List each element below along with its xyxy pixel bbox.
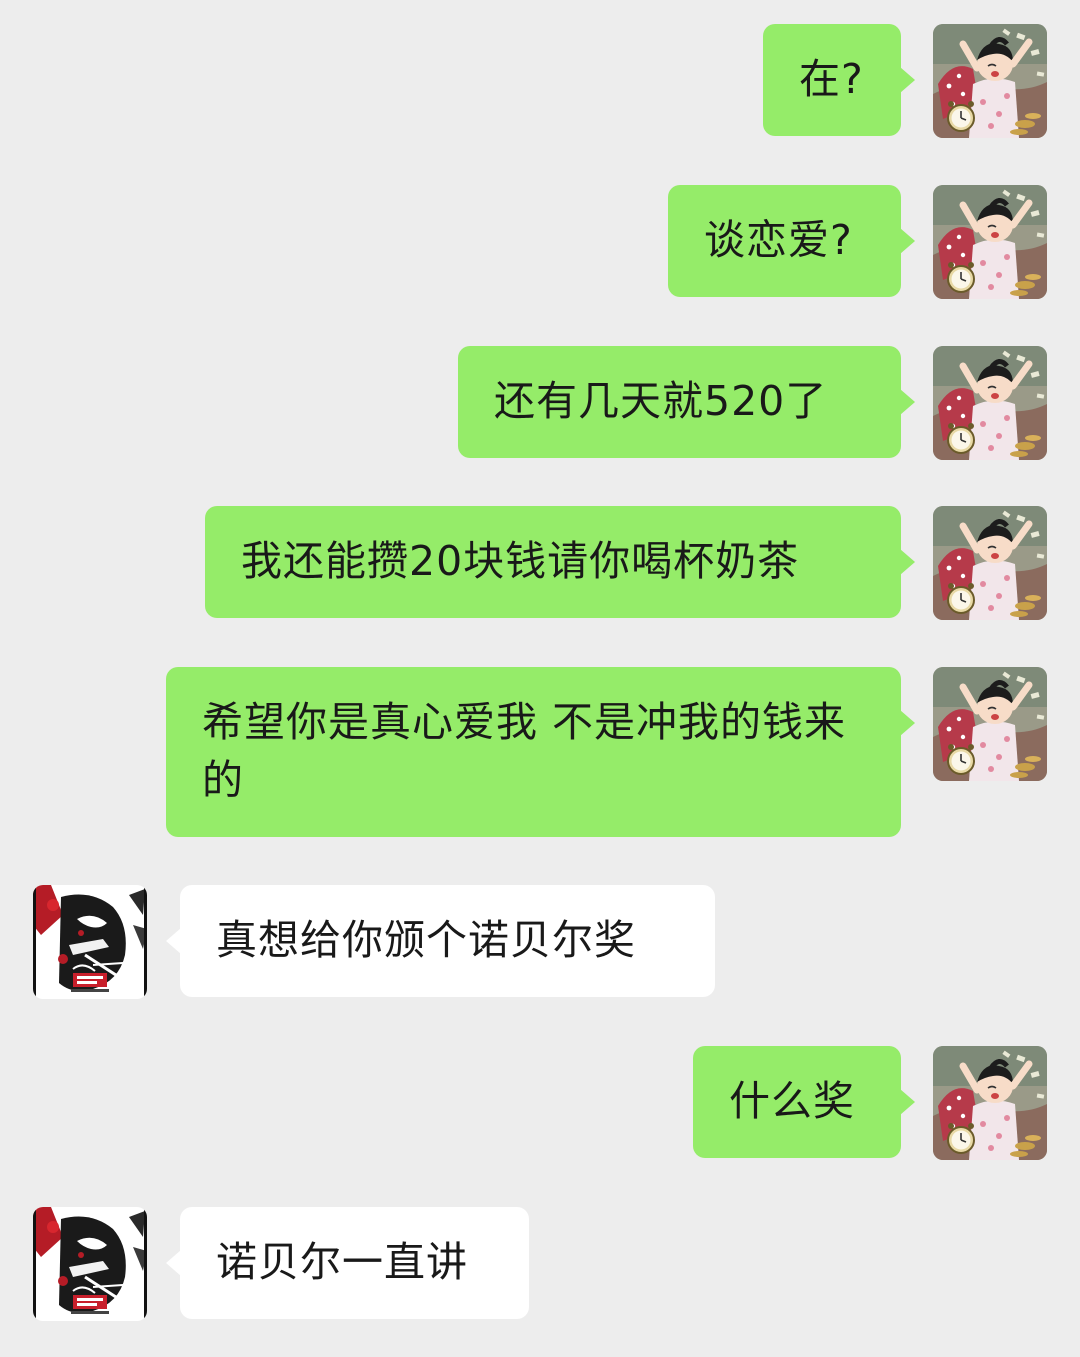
self-avatar[interactable] xyxy=(933,185,1047,299)
manga-character-avatar-icon xyxy=(33,1207,147,1321)
cartoon-girl-avatar-icon xyxy=(933,24,1047,138)
message-text: 真想给你颁个诺贝尔奖 xyxy=(216,916,636,964)
sent-message-bubble[interactable]: 谈恋爱? xyxy=(668,185,915,297)
contact-avatar[interactable] xyxy=(33,885,147,999)
cartoon-girl-avatar-icon xyxy=(933,346,1047,460)
bubble-tail xyxy=(900,549,915,575)
cartoon-girl-avatar-icon xyxy=(933,185,1047,299)
received-message-bubble[interactable]: 诺贝尔一直讲 xyxy=(166,1207,529,1319)
message-text: 还有几天就520了 xyxy=(494,377,828,425)
cartoon-girl-avatar-icon xyxy=(933,506,1047,620)
message-text: 希望你是真心爱我 不是冲我的钱来的 xyxy=(202,698,847,804)
sent-message-bubble[interactable]: 在? xyxy=(763,24,915,136)
bubble-tail xyxy=(900,67,915,93)
sent-message-bubble[interactable]: 我还能攒20块钱请你喝杯奶茶 xyxy=(205,506,915,618)
self-avatar[interactable] xyxy=(933,506,1047,620)
sent-message-bubble[interactable]: 什么奖 xyxy=(693,1046,915,1158)
bubble-tail xyxy=(900,710,915,736)
bubble-tail xyxy=(900,1089,915,1115)
message-text: 谈恋爱? xyxy=(704,216,853,264)
contact-avatar[interactable] xyxy=(33,1207,147,1321)
message-text: 我还能攒20块钱请你喝杯奶茶 xyxy=(241,537,800,585)
cartoon-girl-avatar-icon xyxy=(933,1046,1047,1160)
bubble-tail xyxy=(900,389,915,415)
cartoon-girl-avatar-icon xyxy=(933,667,1047,781)
chat-conversation: 在? 谈恋爱? 还有几天就520了 我还能攒20块钱请你喝杯奶茶 希望你是真心爱… xyxy=(0,0,1080,1357)
received-message-bubble[interactable]: 真想给你颁个诺贝尔奖 xyxy=(166,885,715,997)
bubble-tail xyxy=(900,228,915,254)
bubble-tail xyxy=(166,928,181,954)
self-avatar[interactable] xyxy=(933,346,1047,460)
sent-message-bubble[interactable]: 还有几天就520了 xyxy=(458,346,915,458)
manga-character-avatar-icon xyxy=(33,885,147,999)
self-avatar[interactable] xyxy=(933,1046,1047,1160)
self-avatar[interactable] xyxy=(933,667,1047,781)
self-avatar[interactable] xyxy=(933,24,1047,138)
message-text: 什么奖 xyxy=(729,1077,855,1125)
bubble-tail xyxy=(166,1250,181,1276)
message-text: 在? xyxy=(799,55,864,103)
message-text: 诺贝尔一直讲 xyxy=(216,1238,468,1286)
sent-message-bubble[interactable]: 希望你是真心爱我 不是冲我的钱来的 xyxy=(166,667,915,837)
